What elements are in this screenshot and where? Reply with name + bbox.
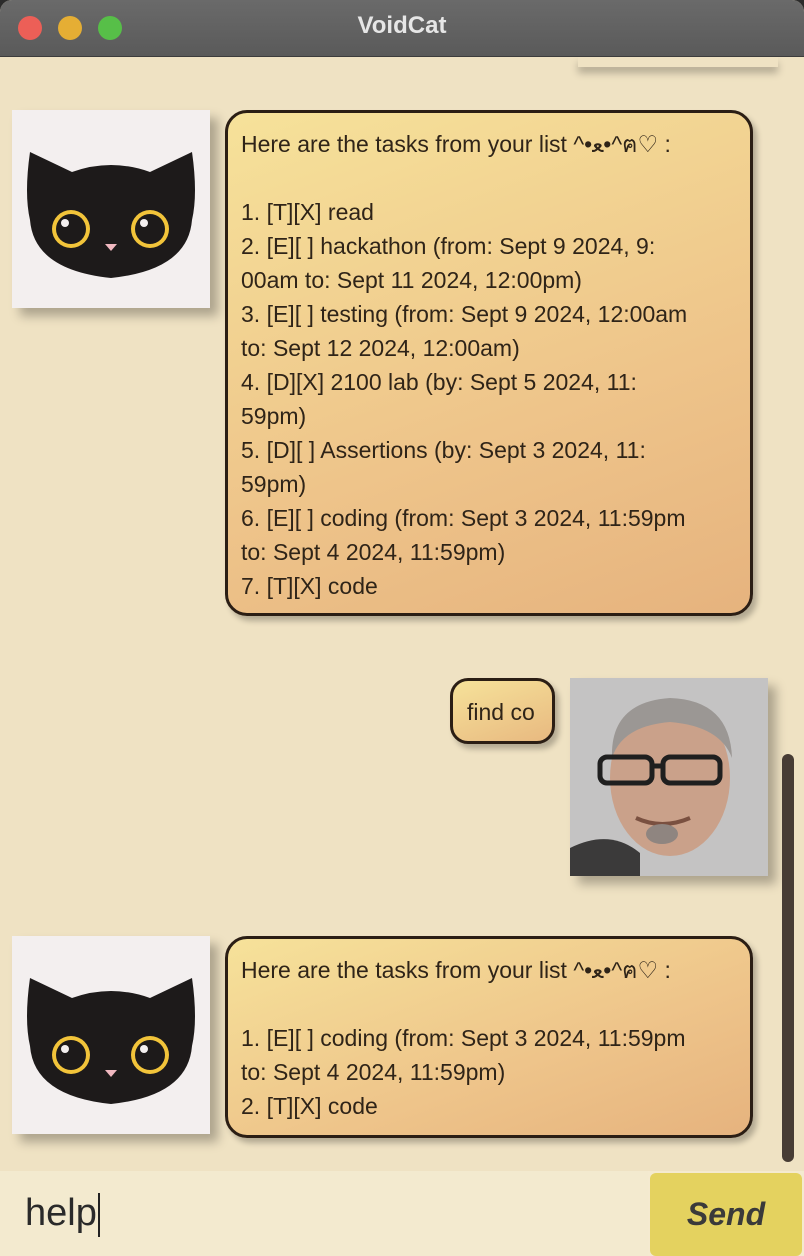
message-line: 5. [D][ ] Assertions (by: Sept 3 2024, 1…: [241, 437, 646, 463]
message-line: 59pm): [241, 403, 307, 429]
input-bar: help Send: [0, 1171, 804, 1256]
user-avatar: [570, 678, 768, 876]
black-cat-icon: [27, 978, 195, 1104]
title-bar: VoidCat: [0, 0, 804, 57]
message-line: 00am to: Sept 11 2024, 12:00pm): [241, 267, 582, 293]
user-message-text: find co: [467, 699, 535, 725]
message-line: 1. [E][ ] coding (from: Sept 3 2024, 11:…: [241, 1025, 686, 1051]
message-line: 4. [D][X] 2100 lab (by: Sept 5 2024, 11:: [241, 369, 637, 395]
text-caret: [97, 1192, 100, 1237]
message-line: 6. [E][ ] coding (from: Sept 3 2024, 11:…: [241, 505, 686, 531]
chat-scroll-area[interactable]: Here are the tasks from your list ^•ﻌ•^ฅ…: [0, 57, 804, 1171]
previous-message-edge: [578, 57, 778, 67]
message-line: 2. [E][ ] hackathon (from: Sept 9 2024, …: [241, 233, 656, 259]
message-input[interactable]: help: [0, 1171, 648, 1256]
user-photo-icon: [570, 678, 768, 876]
voidcat-avatar: [12, 936, 210, 1134]
chat-scrollbar[interactable]: [782, 754, 794, 1162]
message-line: 7. [T][X] code: [241, 573, 378, 599]
message-input-value: help: [25, 1192, 97, 1234]
app-window: VoidCat Here are the tasks from your lis…: [0, 0, 804, 1256]
window-title: VoidCat: [357, 12, 447, 39]
user-message-bubble: find co: [450, 678, 555, 744]
voidcat-avatar: [12, 110, 210, 308]
message-line: to: Sept 12 2024, 12:00am): [241, 335, 520, 361]
message-line: 2. [T][X] code: [241, 1093, 378, 1119]
bot-message-bubble: Here are the tasks from your list ^•ﻌ•^ฅ…: [225, 936, 753, 1138]
message-line: 1. [T][X] read: [241, 199, 374, 225]
message-line: 3. [E][ ] testing (from: Sept 9 2024, 12…: [241, 301, 688, 327]
bot-message-bubble: Here are the tasks from your list ^•ﻌ•^ฅ…: [225, 110, 753, 616]
black-cat-icon: [27, 152, 195, 278]
send-button[interactable]: Send: [650, 1173, 802, 1256]
message-line: [241, 987, 736, 1021]
message-line: to: Sept 4 2024, 11:59pm): [241, 539, 506, 565]
message-line: to: Sept 4 2024, 11:59pm): [241, 1059, 506, 1085]
message-line: 59pm): [241, 471, 307, 497]
message-line: [241, 161, 736, 195]
message-line: Here are the tasks from your list ^•ﻌ•^ฅ…: [241, 957, 671, 983]
message-line: Here are the tasks from your list ^•ﻌ•^ฅ…: [241, 131, 671, 157]
